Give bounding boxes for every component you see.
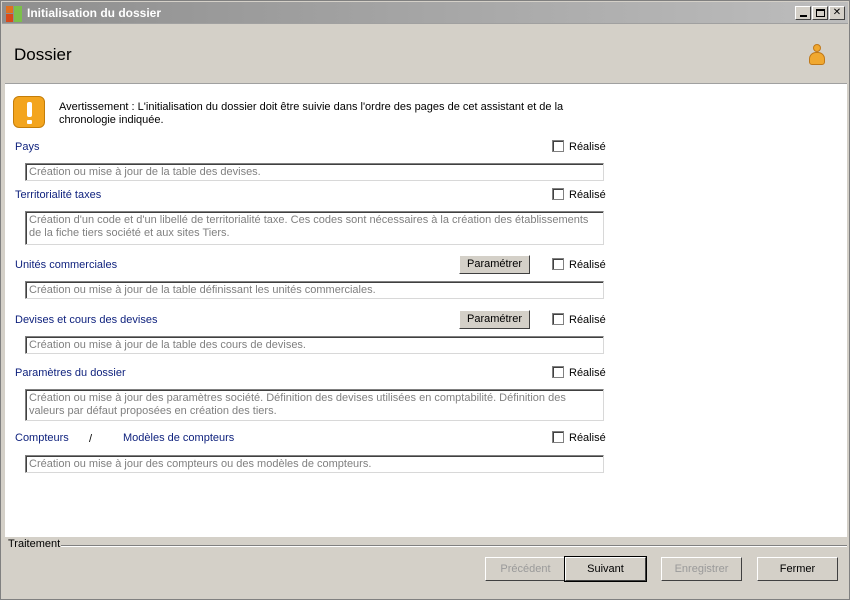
description-unites: Création ou mise à jour de la table défi…	[25, 281, 604, 299]
page-title: Dossier	[14, 45, 72, 64]
parametrer-unites-button[interactable]: Paramétrer	[459, 255, 530, 274]
description-pays: Création ou mise à jour de la table des …	[25, 163, 604, 181]
minimize-button[interactable]	[795, 6, 811, 20]
checkbox-territorialite-realise[interactable]	[552, 188, 564, 200]
description-territorialite: Création d'un code et d'un libellé de te…	[25, 211, 604, 245]
warning-message: Avertissement : L'initialisation du doss…	[59, 101, 564, 126]
maximize-button[interactable]	[812, 6, 828, 20]
maximize-icon	[816, 9, 825, 17]
section-label-territorialite-taxes[interactable]: Territorialité taxes	[15, 189, 101, 201]
parametrer-devises-button[interactable]: Paramétrer	[459, 310, 530, 329]
checkbox-pays-realise[interactable]	[552, 140, 564, 152]
checkbox-devises-realise[interactable]	[552, 313, 564, 325]
close-button[interactable]: Fermer	[757, 557, 838, 581]
app-icon	[6, 6, 22, 22]
description-devises: Création ou mise à jour de la table des …	[25, 336, 604, 354]
checkbox-unites-realise[interactable]	[552, 258, 564, 270]
section-label-compteurs[interactable]: Compteurs	[15, 432, 69, 444]
warning-icon	[13, 96, 45, 128]
footer-group-label: Traitement	[8, 538, 61, 550]
wizard-content: Avertissement : L'initialisation du doss…	[5, 83, 847, 537]
footer-divider	[61, 545, 847, 547]
checkbox-label[interactable]: Réalisé	[569, 141, 606, 153]
window-title: Initialisation du dossier	[27, 6, 162, 20]
checkbox-label[interactable]: Réalisé	[569, 314, 606, 326]
checkbox-label[interactable]: Réalisé	[569, 259, 606, 271]
wizard-window: Initialisation du dossier ✕ Dossier Aver…	[0, 0, 850, 600]
minimize-icon	[800, 15, 807, 17]
section-label-parametres-dossier[interactable]: Paramètres du dossier	[15, 367, 126, 379]
title-bar[interactable]: Initialisation du dossier ✕	[2, 2, 848, 24]
section-label-devises[interactable]: Devises et cours des devises	[15, 314, 157, 326]
wizard-header: Dossier	[2, 24, 848, 83]
section-label-pays[interactable]: Pays	[15, 141, 39, 153]
section-separator: /	[89, 433, 93, 445]
checkbox-label[interactable]: Réalisé	[569, 432, 606, 444]
checkbox-compteurs-realise[interactable]	[552, 431, 564, 443]
close-icon: ✕	[832, 7, 842, 18]
previous-button[interactable]: Précédent	[485, 557, 566, 581]
close-window-button[interactable]: ✕	[829, 6, 845, 20]
checkbox-label[interactable]: Réalisé	[569, 189, 606, 201]
checkbox-label[interactable]: Réalisé	[569, 367, 606, 379]
section-label-unites-commerciales[interactable]: Unités commerciales	[15, 259, 117, 271]
checkbox-parametres-realise[interactable]	[552, 366, 564, 378]
section-label-modeles-compteurs[interactable]: Modèles de compteurs	[123, 432, 234, 444]
description-parametres: Création ou mise à jour des paramètres s…	[25, 389, 604, 421]
next-button[interactable]: Suivant	[564, 556, 647, 582]
user-icon	[808, 44, 826, 68]
save-button[interactable]: Enregistrer	[661, 557, 742, 581]
description-compteurs: Création ou mise à jour des compteurs ou…	[25, 455, 604, 473]
